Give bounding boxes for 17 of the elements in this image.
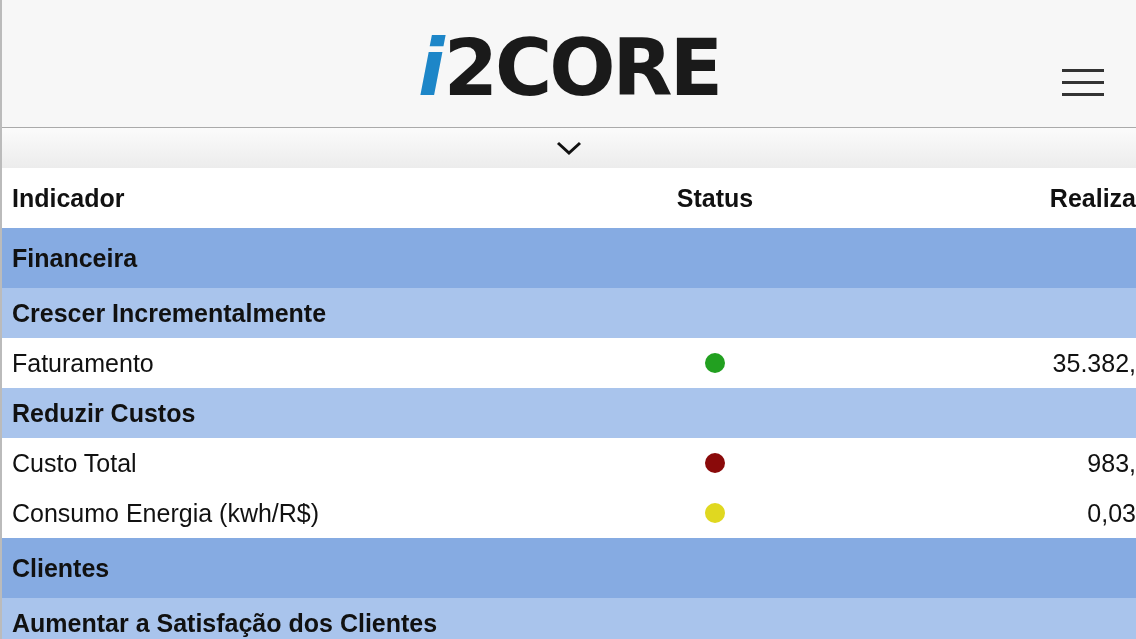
indicator-name: Consumo Energia (kwh/R$) [11, 498, 321, 528]
objective-label: Crescer Incrementalmente [11, 298, 328, 328]
objective-label: Aumentar a Satisfação dos Clientes [11, 608, 439, 638]
column-header: Indicador [11, 183, 126, 213]
value-cell-text: 983, [1086, 448, 1136, 478]
objective-label: Reduzir Custos [11, 398, 197, 428]
indicator-name: Faturamento [11, 348, 155, 378]
indicator-name: Custo Total [11, 448, 138, 478]
group-label: Financeira [11, 243, 139, 273]
chevron-down-icon[interactable] [556, 140, 582, 156]
menu-icon[interactable] [1062, 68, 1104, 98]
group-label: Clientes [11, 553, 111, 583]
logo: i2CORE [418, 21, 720, 113]
value-cell-text: 35.382, [1051, 348, 1136, 378]
column-header: Status [675, 183, 755, 213]
column-header: Realiza [1048, 183, 1136, 213]
value-cell-text: 0,03 [1086, 498, 1136, 528]
